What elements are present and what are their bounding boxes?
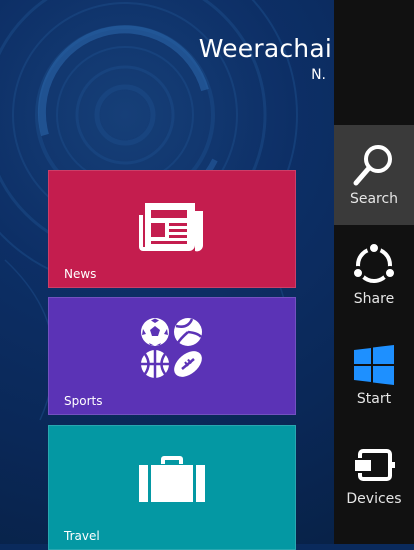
- suitcase-icon: [139, 456, 205, 506]
- charm-label: Devices: [346, 491, 402, 507]
- user-initial[interactable]: N.: [311, 67, 326, 83]
- newspaper-icon: [139, 201, 205, 257]
- tile-sports[interactable]: Sports: [48, 297, 296, 415]
- tile-travel[interactable]: Travel: [48, 425, 296, 550]
- devices-icon: [352, 443, 396, 491]
- charm-label: Start: [356, 391, 392, 407]
- tile-news[interactable]: News: [48, 170, 296, 288]
- charm-label: Search: [349, 191, 399, 207]
- charm-start[interactable]: Start: [334, 325, 414, 425]
- windows-logo-icon: [352, 343, 396, 391]
- user-name[interactable]: Weerachai: [199, 34, 332, 63]
- sports-balls-icon: [140, 317, 204, 383]
- tile-label: Travel: [64, 529, 100, 543]
- tile-label: News: [64, 267, 97, 281]
- tile-label: Sports: [64, 394, 103, 408]
- charm-share[interactable]: Share: [334, 225, 414, 325]
- charm-devices[interactable]: Devices: [334, 425, 414, 525]
- charm-search[interactable]: Search: [334, 125, 414, 225]
- search-icon: [352, 143, 396, 191]
- charm-label: Share: [353, 291, 395, 307]
- charms-bar: Search Share Start Devices: [334, 0, 414, 544]
- share-icon: [350, 241, 398, 291]
